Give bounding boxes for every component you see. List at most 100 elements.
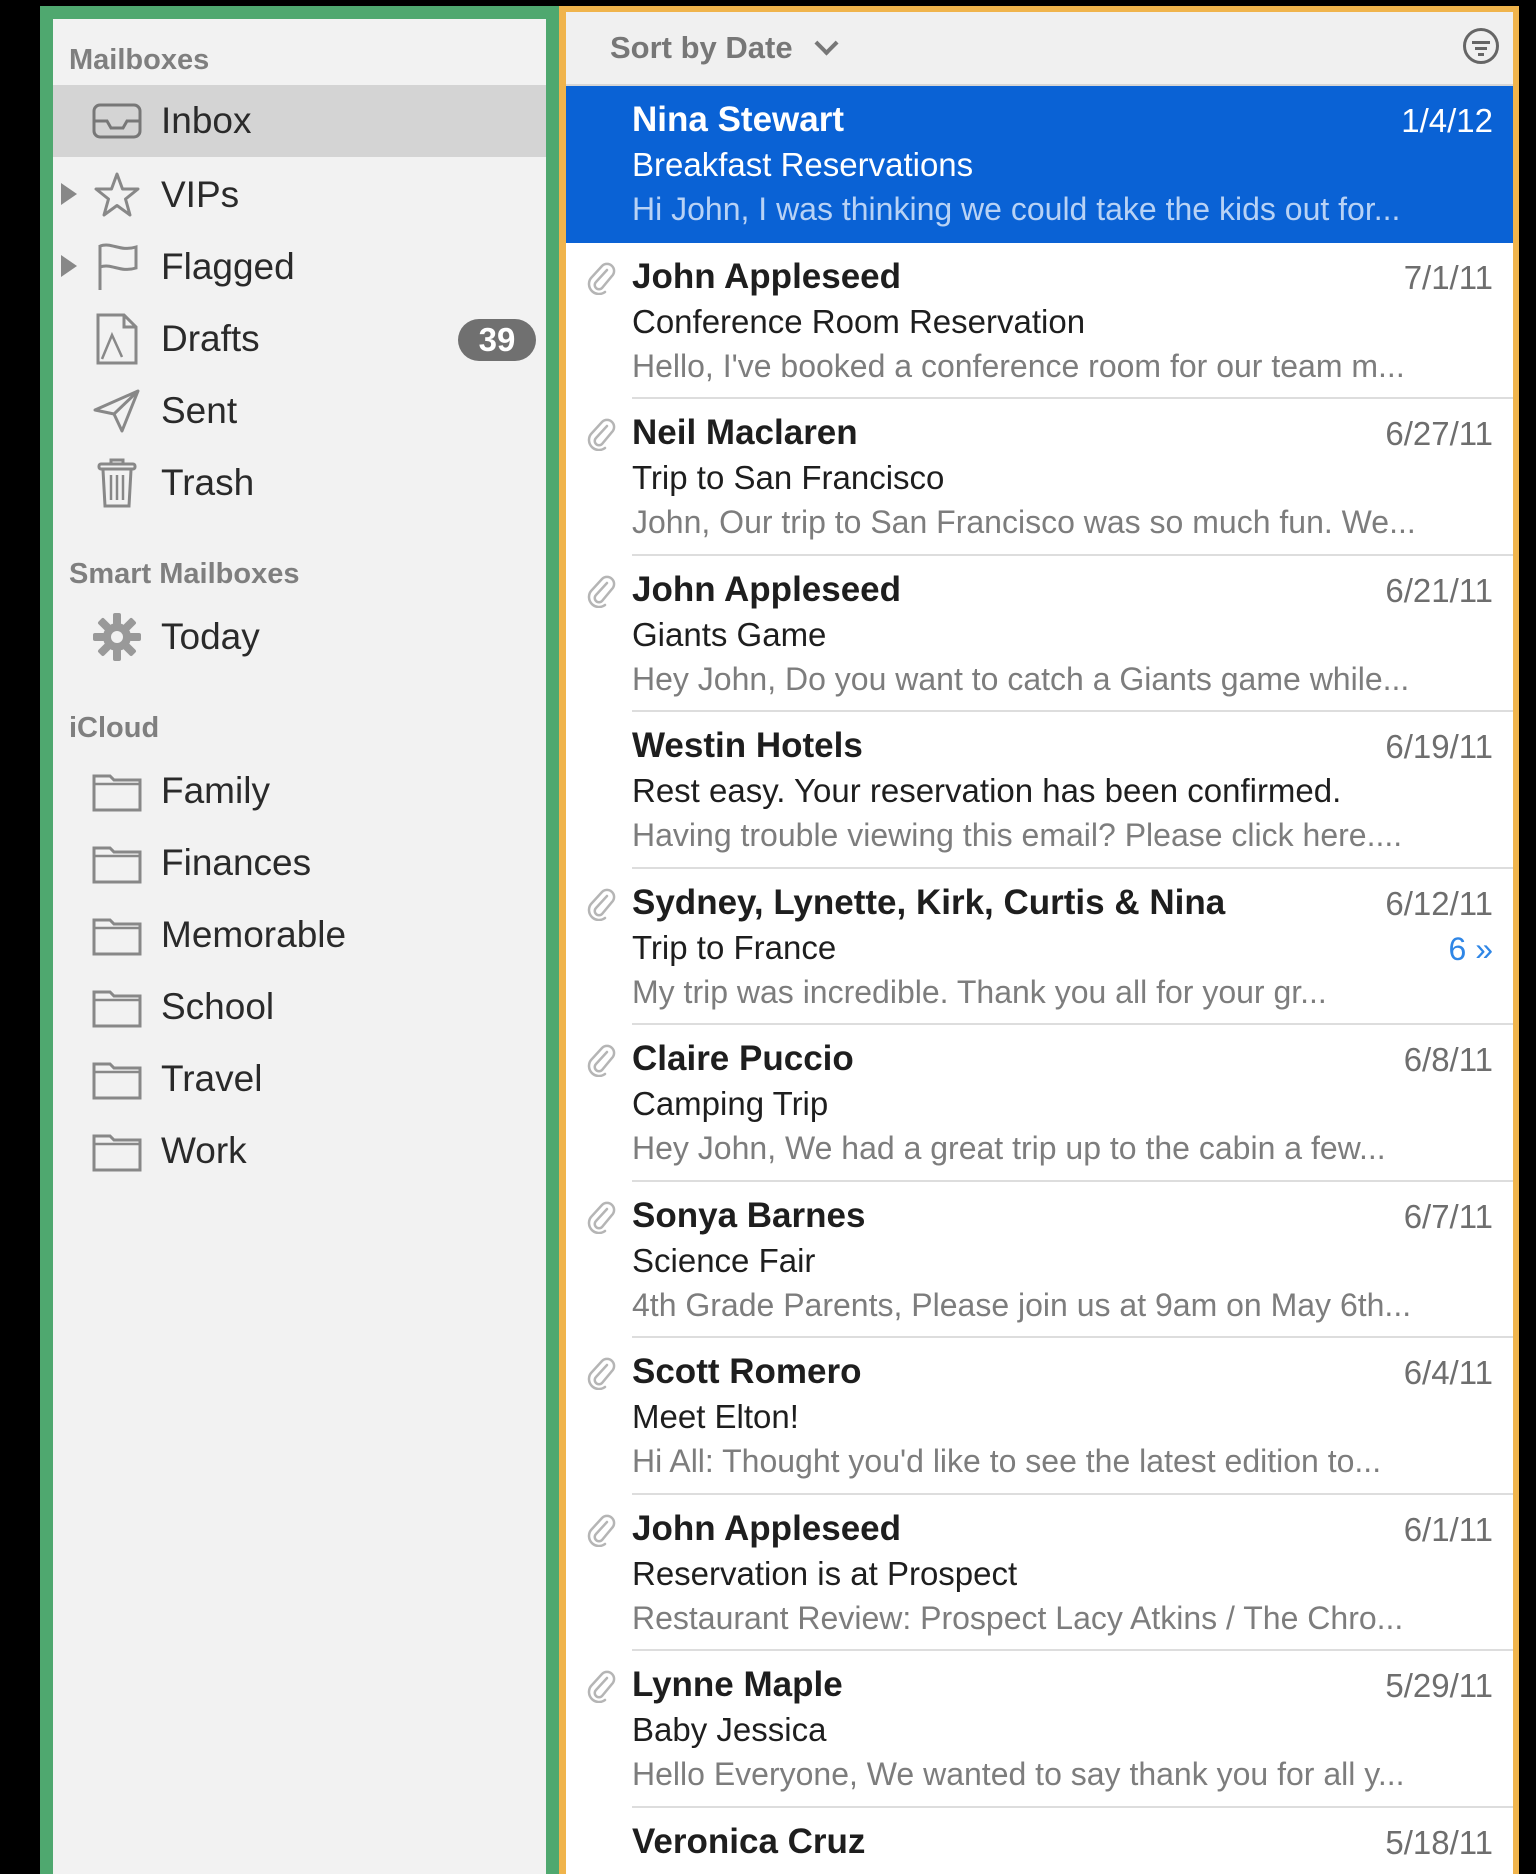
- sidebar-item-label: Inbox: [161, 100, 252, 141]
- message-preview: Hello Everyone, We wanted to say thank y…: [632, 1756, 1405, 1792]
- message-sender: Neil Maclaren: [632, 413, 858, 452]
- message-date: 6/8/11: [1403, 1041, 1493, 1078]
- message-date: 6/12/11: [1385, 884, 1493, 922]
- paperclip-icon: [586, 574, 616, 608]
- message-date: 6/21/11: [1385, 571, 1493, 609]
- message-preview: 4th Grade Parents, Please join us at 9am…: [632, 1286, 1412, 1323]
- message-sender: Scott Romero: [632, 1352, 862, 1391]
- message-list-header: Sort by Date: [566, 12, 1513, 86]
- folder-icon: [91, 765, 143, 817]
- gear-icon: [91, 611, 143, 663]
- sidebar-item-vips[interactable]: VIPs: [53, 159, 546, 231]
- message-preview: Hello, I've booked a conference room for…: [632, 347, 1405, 384]
- message-date: 7/1/11: [1403, 258, 1493, 296]
- message-subject: Camping Trip: [632, 1085, 829, 1122]
- sidebar-item-label: Flagged: [161, 246, 295, 287]
- sidebar-item-memorable[interactable]: Memorable: [53, 899, 546, 971]
- sidebar-item-flagged[interactable]: Flagged: [53, 231, 546, 303]
- message-list: Nina Stewart 1/4/12 Breakfast Reservations…: [566, 86, 1513, 1874]
- sidebar-item-label: School: [161, 986, 275, 1027]
- sidebar-item-label: Drafts: [161, 318, 260, 359]
- message-row[interactable]: Scott Romero 6/4/11 Meet Elton! Hi All: Tho…: [566, 1338, 1513, 1495]
- sidebar-item-drafts[interactable]: Drafts 39: [53, 303, 546, 375]
- paper-plane-icon: [91, 385, 143, 437]
- sidebar-item-finances[interactable]: Finances: [53, 827, 546, 899]
- message-sender: John Appleseed: [632, 569, 902, 609]
- message-date: 5/18/11: [1385, 1823, 1493, 1861]
- sidebar-item-inbox[interactable]: Inbox: [53, 85, 546, 157]
- message-sender: Veronica Cruz: [632, 1821, 866, 1861]
- folder-icon: [91, 837, 143, 889]
- message-subject: Trip to San Francisco: [632, 459, 945, 496]
- sidebar-item-label: Today: [161, 616, 260, 657]
- paperclip-icon: [586, 1043, 616, 1078]
- drafts-icon: [91, 313, 143, 365]
- paperclip-icon: [586, 417, 616, 452]
- sidebar-item-label: Finances: [161, 842, 312, 883]
- flag-icon: [91, 241, 143, 293]
- message-subject: Science Fair: [632, 1241, 816, 1279]
- message-sender: Sonya Barnes: [632, 1195, 866, 1235]
- message-date: 6/7/11: [1403, 1197, 1493, 1235]
- message-subject: Trip to France: [632, 928, 837, 966]
- message-sender: Westin Hotels: [632, 726, 863, 765]
- sidebar-item-today[interactable]: Today: [53, 601, 546, 673]
- message-preview: Hey John, Do you want to catch a Giants …: [632, 660, 1410, 697]
- disclosure-triangle-icon[interactable]: [61, 255, 77, 277]
- message-subject: Reservation is at Prospect: [632, 1554, 1018, 1592]
- drafts-count-badge: 39: [458, 319, 536, 361]
- message-row[interactable]: John Appleseed 6/1/11 Reservation is at Pr…: [566, 1495, 1513, 1651]
- sidebar-item-label: Family: [161, 770, 270, 811]
- sidebar-item-label: VIPs: [161, 174, 240, 215]
- message-subject: Conference Room Reservation: [632, 302, 1086, 340]
- message-preview: Having trouble viewing this email? Pleas…: [632, 817, 1403, 853]
- message-row[interactable]: Neil Maclaren 6/27/11 Trip to San Francisc…: [566, 399, 1513, 556]
- message-sender: John Appleseed: [632, 256, 902, 296]
- folder-icon: [91, 909, 143, 961]
- chevron-down-icon[interactable]: [814, 31, 839, 56]
- disclosure-triangle-icon[interactable]: [61, 183, 77, 205]
- message-row[interactable]: Westin Hotels 6/19/11 Rest easy. Your rese…: [566, 712, 1513, 869]
- message-row[interactable]: Nina Stewart 1/4/12 Breakfast Reservations…: [566, 86, 1513, 243]
- message-subject: Giants Game: [632, 615, 827, 653]
- sidebar-item-sent[interactable]: Sent: [53, 375, 546, 447]
- sidebar-item-work[interactable]: Work: [53, 1115, 546, 1187]
- mailboxes-header: Mailboxes: [69, 44, 210, 76]
- paperclip-icon: [586, 1356, 616, 1391]
- message-row[interactable]: Lynne Maple 5/29/11 Baby Jessica Hello Ever…: [566, 1651, 1513, 1808]
- message-row[interactable]: Veronica Cruz 5/18/11: [566, 1808, 1513, 1874]
- message-row[interactable]: John Appleseed 6/21/11 Giants Game Hey John…: [566, 556, 1513, 712]
- message-row[interactable]: Sydney, Lynette, Kirk, Curtis & Nina 6/12…: [566, 869, 1513, 1025]
- sidebar-item-school[interactable]: School: [53, 971, 546, 1043]
- message-preview: Hey John, We had a great trip up to the …: [632, 1130, 1386, 1166]
- message-date: 6/4/11: [1403, 1354, 1493, 1391]
- message-subject: Meet Elton!: [632, 1398, 799, 1435]
- paperclip-icon: [586, 1669, 616, 1704]
- sidebar: Mailboxes Inbox VIPs Flagged Drafts 39 S…: [40, 6, 559, 1874]
- sidebar-item-family[interactable]: Family: [53, 755, 546, 827]
- message-row[interactable]: John Appleseed 7/1/11 Conference Room Rese…: [566, 243, 1513, 399]
- folder-icon: [91, 1125, 143, 1177]
- sidebar-item-label: Work: [161, 1130, 247, 1171]
- filter-icon[interactable]: [1463, 28, 1499, 64]
- sidebar-item-trash[interactable]: Trash: [53, 447, 546, 519]
- thread-count-button[interactable]: 6 »: [1449, 931, 1493, 968]
- message-preview: Restaurant Review: Prospect Lacy Atkins …: [632, 1599, 1404, 1636]
- message-sender: Sydney, Lynette, Kirk, Curtis & Nina: [632, 882, 1226, 922]
- smart-mailboxes-header: Smart Mailboxes: [69, 558, 300, 590]
- folder-icon: [91, 1053, 143, 1105]
- paperclip-icon: [586, 261, 616, 295]
- sidebar-item-travel[interactable]: Travel: [53, 1043, 546, 1115]
- message-preview: My trip was incredible. Thank you all fo…: [632, 973, 1327, 1010]
- paperclip-icon: [586, 1200, 616, 1234]
- message-date: 6/19/11: [1385, 728, 1493, 765]
- message-row[interactable]: Sonya Barnes 6/7/11 Science Fair 4th Grade …: [566, 1182, 1513, 1338]
- message-sender: Claire Puccio: [632, 1039, 854, 1078]
- message-preview: Hi John, I was thinking we could take th…: [632, 191, 1401, 227]
- sort-by-date-button[interactable]: Sort by Date: [610, 30, 793, 66]
- message-subject: Rest easy. Your reservation has been con…: [632, 772, 1342, 809]
- message-row[interactable]: Claire Puccio 6/8/11 Camping Trip Hey John,…: [566, 1025, 1513, 1182]
- sidebar-item-label: Travel: [161, 1058, 263, 1099]
- message-date: 6/27/11: [1385, 415, 1493, 452]
- folder-icon: [91, 981, 143, 1033]
